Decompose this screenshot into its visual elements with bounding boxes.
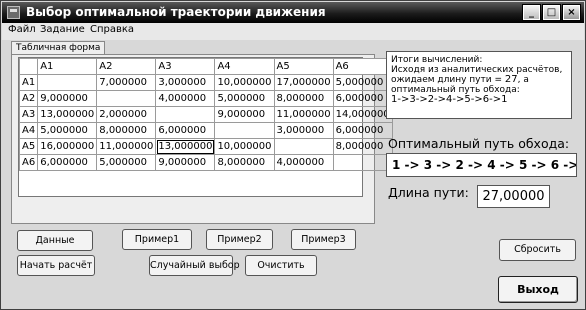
table-cell[interactable]: 11,000000 (273, 106, 334, 123)
title-bar[interactable]: Выбор оптимальной траектории движения _ … (2, 2, 584, 23)
table-row: A2 9,000000 4,000000 5,000000 8,000000 6… (18, 90, 393, 107)
column-header[interactable]: A1 (37, 58, 98, 75)
clear-button[interactable]: Очистить (245, 255, 317, 276)
table-cell[interactable]: 9,000000 (155, 154, 216, 171)
table-cell[interactable]: 7,000000 (96, 74, 157, 91)
reset-button[interactable]: Сбросить (499, 239, 576, 261)
row-header[interactable]: A4 (18, 122, 39, 139)
table-cell[interactable]: 8,000000 (214, 154, 275, 171)
result-line-3: ожидаем длину пути = 27, а (391, 74, 567, 86)
table-cell[interactable]: 6,000000 (332, 122, 393, 139)
table-cell[interactable] (155, 106, 216, 123)
table-row: A4 5,000000 8,000000 6,000000 3,000000 6… (18, 122, 393, 139)
table-cell[interactable]: 4,000000 (155, 90, 216, 107)
table-cell[interactable]: 10,000000 (214, 74, 275, 91)
table-cell[interactable] (37, 74, 98, 91)
table-cell[interactable] (214, 122, 275, 139)
table-cell[interactable]: 13,000000 (37, 106, 98, 123)
table-cell[interactable]: 17,000000 (273, 74, 334, 91)
table-cell[interactable]: 5,000000 (37, 122, 98, 139)
main-window: Выбор оптимальной траектории движения _ … (0, 0, 586, 310)
optimal-path-field[interactable]: 1 -> 3 -> 2 -> 4 -> 5 -> 6 -> (386, 153, 577, 177)
menu-task[interactable]: Задание (40, 24, 85, 35)
result-length-value: 27 (504, 74, 518, 85)
table-cell[interactable] (332, 154, 393, 171)
result-path: 1->3->2->4->5->6->1 (391, 94, 508, 105)
table-cell[interactable]: 8,000000 (96, 122, 157, 139)
row-header[interactable]: A5 (18, 138, 39, 155)
path-length-field[interactable]: 27,00000 (477, 185, 550, 208)
close-button[interactable]: × (563, 5, 580, 20)
table-cell[interactable]: 10,000000 (214, 138, 275, 155)
column-header[interactable]: A5 (273, 58, 334, 75)
row-header[interactable]: A2 (18, 90, 39, 107)
table-cell[interactable]: 5,000000 (214, 90, 275, 107)
maximize-button[interactable]: □ (543, 5, 560, 20)
example3-button[interactable]: Пример3 (291, 229, 356, 250)
table-cell[interactable]: 5,000000 (96, 154, 157, 171)
minimize-button[interactable]: _ (523, 5, 540, 20)
distance-grid: A1 A2 A3 A4 A5 A6 A1 7,000000 3,000000 1… (18, 57, 393, 197)
table-cell[interactable] (96, 90, 157, 107)
table-cell[interactable]: 3,000000 (155, 74, 216, 91)
data-button[interactable]: Данные (17, 230, 93, 251)
result-line-3-prefix: ожидаем длину пути = (391, 75, 505, 85)
table-cell[interactable]: 6,000000 (332, 90, 393, 107)
distance-table: A1 A2 A3 A4 A5 A6 A1 7,000000 3,000000 1… (18, 58, 393, 171)
table-cell[interactable]: 3,000000 (273, 122, 334, 139)
window-title: Выбор оптимальной траектории движения (26, 5, 326, 19)
menu-help[interactable]: Справка (90, 24, 134, 35)
menu-file[interactable]: Файл (8, 24, 36, 35)
row-header[interactable]: A1 (18, 74, 39, 91)
corner-header-cell (18, 58, 39, 75)
table-cell[interactable]: 16,000000 (37, 138, 98, 155)
column-header[interactable]: A6 (332, 58, 393, 75)
table-cell[interactable]: 4,000000 (273, 154, 334, 171)
example2-button[interactable]: Пример2 (206, 229, 273, 250)
table-header-row: A1 A2 A3 A4 A5 A6 (18, 58, 393, 75)
table-cell[interactable]: 5,000000 (332, 74, 393, 91)
results-textbox[interactable]: Итоги вычислений: Исходя из аналитически… (386, 51, 572, 119)
result-line-1: Итоги вычислений: (391, 55, 483, 65)
table-cell[interactable]: 6,000000 (155, 122, 216, 139)
table-row: A3 13,000000 2,000000 9,000000 11,000000… (18, 106, 393, 123)
result-line-3-suffix: , а (517, 75, 529, 85)
column-header[interactable]: A3 (155, 58, 216, 75)
table-cell[interactable]: 9,000000 (214, 106, 275, 123)
table-cell[interactable]: 9,000000 (37, 90, 98, 107)
column-header[interactable]: A4 (214, 58, 275, 75)
table-cell[interactable]: 11,000000 (96, 138, 157, 155)
table-cell[interactable] (273, 138, 334, 155)
table-row: A5 16,000000 11,000000 13,000000 10,0000… (18, 138, 393, 155)
table-row: A1 7,000000 3,000000 10,000000 17,000000… (18, 74, 393, 91)
row-header[interactable]: A3 (18, 106, 39, 123)
example1-button[interactable]: Пример1 (122, 229, 192, 250)
result-line-2: Исходя из аналитических расчётов, (391, 65, 563, 75)
optimal-path-label: Оптимальный путь обхода: (388, 136, 570, 151)
path-length-label: Длина пути: (388, 185, 469, 200)
column-header[interactable]: A2 (96, 58, 157, 75)
app-icon[interactable] (7, 6, 20, 19)
table-cell[interactable]: 8,000000 (273, 90, 334, 107)
table-cell-selected[interactable]: 13,000000 (155, 138, 216, 155)
table-cell[interactable]: 8,000000 (332, 138, 393, 155)
random-choice-button[interactable]: Случайный выбор (149, 255, 240, 276)
table-cell[interactable]: 2,000000 (96, 106, 157, 123)
table-cell[interactable]: 14,000000 (332, 106, 393, 123)
table-row: A6 6,000000 5,000000 9,000000 8,000000 4… (18, 154, 393, 171)
exit-button[interactable]: Выход (498, 276, 578, 303)
start-calculation-button[interactable]: Начать расчёт (17, 255, 95, 276)
menu-bar: Файл Задание Справка (2, 23, 584, 40)
row-header[interactable]: A6 (18, 154, 39, 171)
table-cell[interactable]: 6,000000 (37, 154, 98, 171)
